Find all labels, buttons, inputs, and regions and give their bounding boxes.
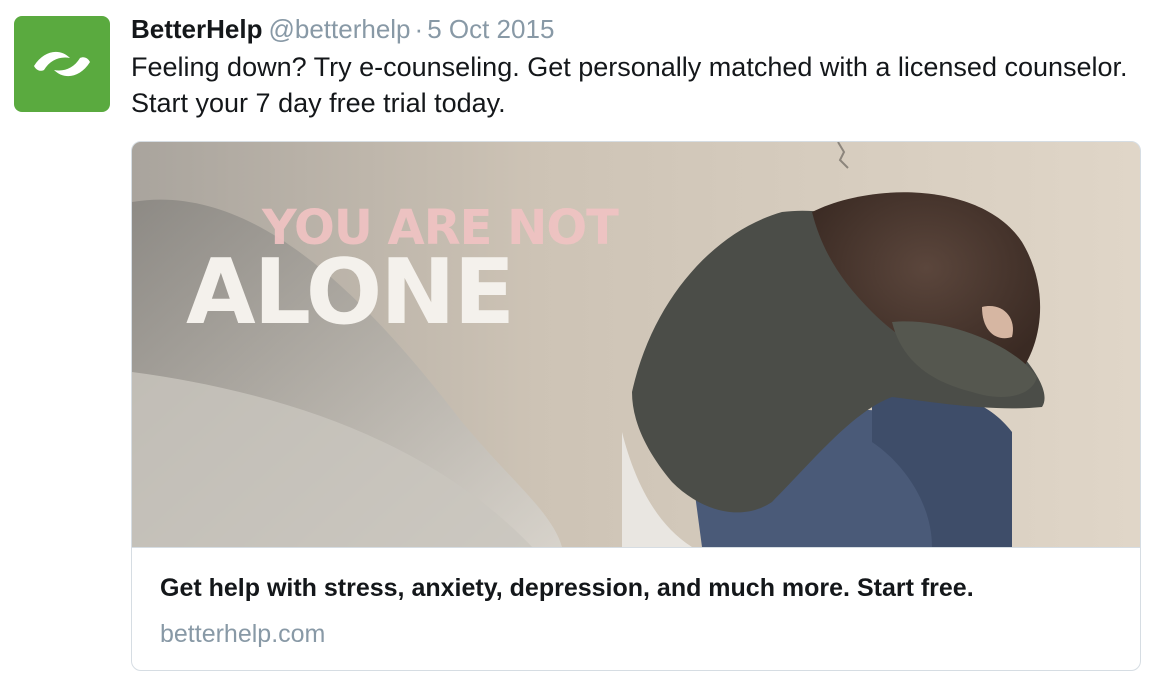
- card-image[interactable]: YOU ARE NOT ALONE: [132, 142, 1140, 547]
- hands-leaf-icon: [34, 51, 90, 77]
- user-handle[interactable]: @betterhelp: [268, 14, 410, 44]
- tweet-date[interactable]: 5 Oct 2015: [427, 14, 554, 44]
- tweet: BetterHelp @betterhelp · 5 Oct 2015 Feeling…: [0, 0, 1156, 686]
- avatar[interactable]: [14, 16, 110, 112]
- display-name[interactable]: BetterHelp: [131, 14, 262, 44]
- tweet-text: Feeling down? Try e-counseling. Get pers…: [131, 52, 1128, 118]
- card-domain[interactable]: betterhelp.com: [160, 620, 325, 649]
- tweet-header: BetterHelp @betterhelp · 5 Oct 2015: [131, 12, 554, 46]
- card-title[interactable]: Get help with stress, anxiety, depressio…: [160, 574, 974, 603]
- image-headline-bottom: ALONE: [186, 240, 515, 345]
- link-card[interactable]: YOU ARE NOT ALONE Get help with stress, …: [131, 141, 1141, 671]
- card-body[interactable]: Get help with stress, anxiety, depressio…: [132, 547, 1140, 670]
- separator: ·: [414, 14, 424, 44]
